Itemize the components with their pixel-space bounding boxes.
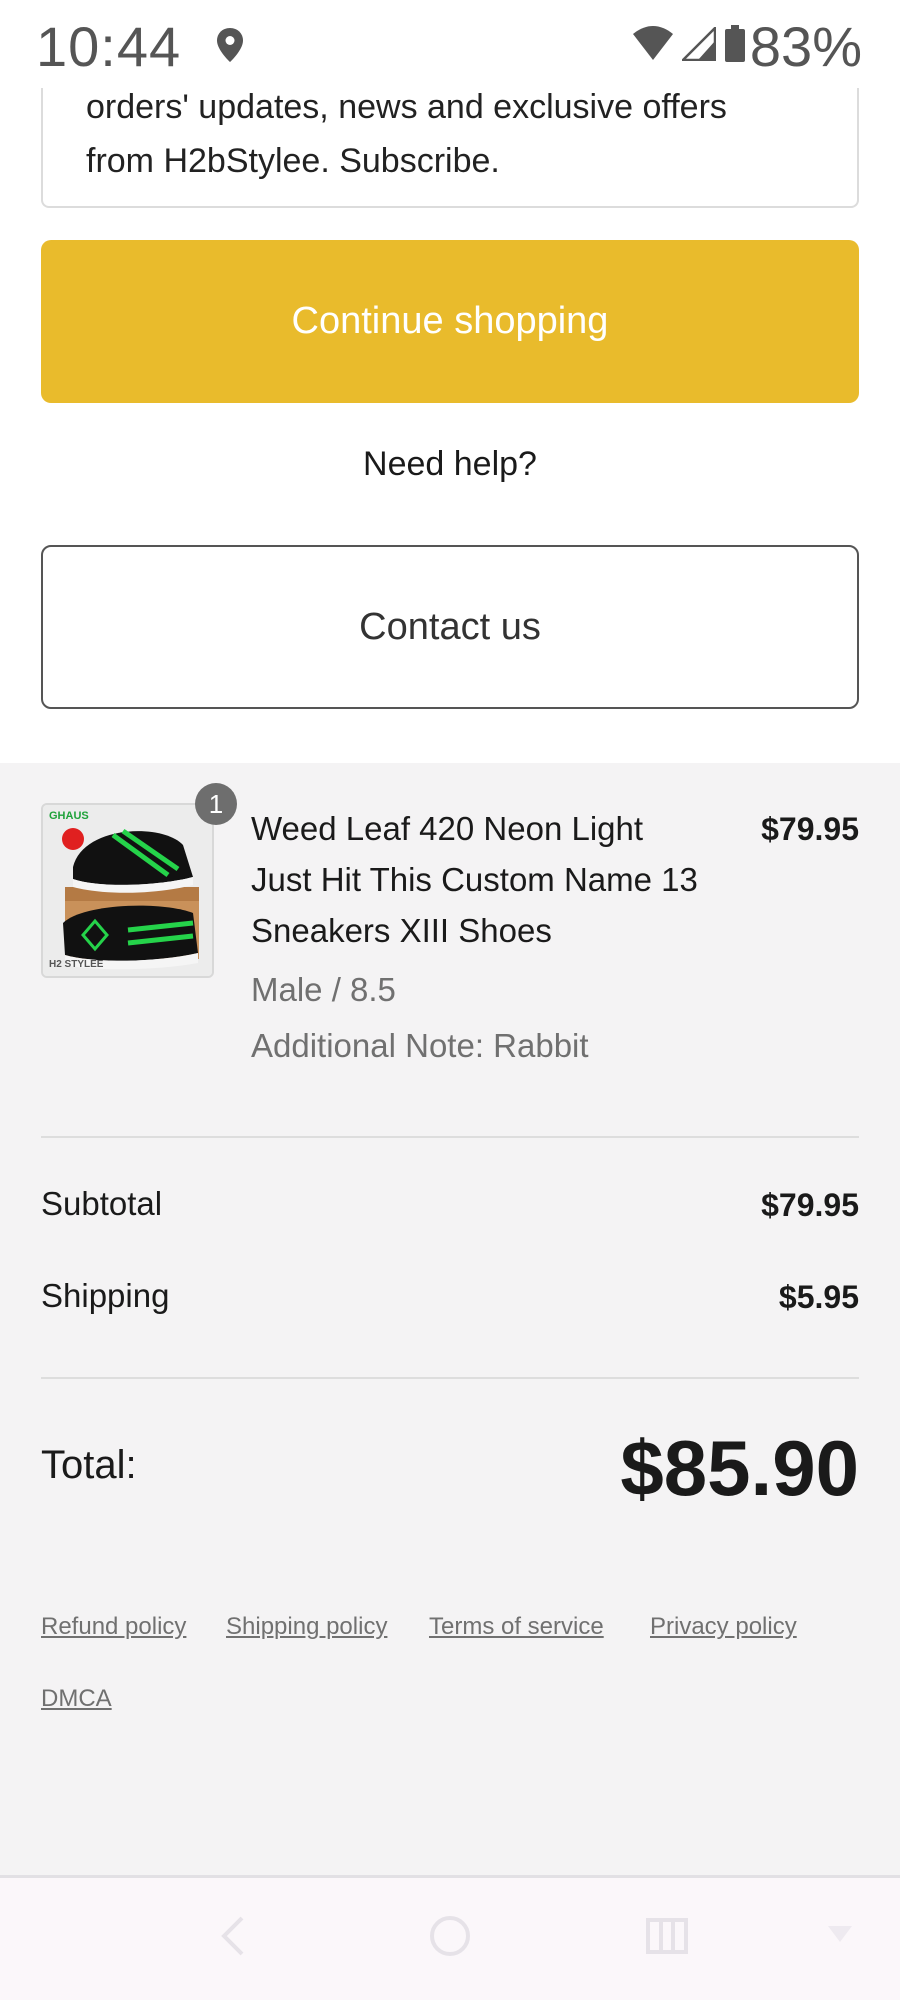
order-summary: US GHAUS H2 STYLEE 1 Weed Leaf 420 Neon …: [0, 763, 900, 1875]
refund-policy-link[interactable]: Refund policy: [41, 1613, 186, 1641]
subscribe-text-line1: orders' updates, news and exclusive offe…: [86, 88, 727, 126]
thumb-logo: H2 STYLEE: [49, 959, 104, 970]
battery-percent: 83%: [749, 15, 862, 78]
divider: [41, 1377, 859, 1379]
back-icon[interactable]: [216, 1914, 250, 1963]
subscribe-text-line2[interactable]: from H2bStylee. Subscribe.: [86, 134, 826, 188]
terms-of-service-link[interactable]: Terms of service: [429, 1613, 604, 1641]
thumb-brand: GHAUS: [49, 810, 89, 822]
product-variant: Male / 8.5: [251, 971, 396, 1008]
product-name: Weed Leaf 420 Neon Light Just Hit This C…: [251, 810, 698, 949]
wifi-icon: [632, 24, 674, 69]
product-thumbnail: US GHAUS H2 STYLEE: [41, 803, 214, 978]
location-icon: [216, 28, 244, 67]
status-time: 10:44: [36, 15, 182, 78]
status-indicators: 83%: [632, 14, 862, 79]
keyboard-toggle-icon[interactable]: [826, 1922, 854, 1951]
continue-shopping-button[interactable]: Continue shopping: [41, 240, 859, 403]
dmca-link[interactable]: DMCA: [41, 1685, 112, 1713]
subtotal-label: Subtotal: [41, 1185, 163, 1222]
total-value: $85.90: [620, 1424, 859, 1512]
shipping-value: $5.95: [778, 1279, 859, 1315]
battery-icon: [724, 25, 746, 68]
quantity-badge: 1: [195, 783, 237, 825]
total-label: Total:: [41, 1443, 137, 1487]
recents-icon[interactable]: [644, 1914, 690, 1963]
contact-us-button[interactable]: Contact us: [41, 545, 859, 709]
product-note: Additional Note: Rabbit: [251, 1027, 589, 1064]
subtotal-value: $79.95: [761, 1187, 859, 1223]
divider: [41, 1136, 859, 1138]
cellular-signal-icon: [679, 24, 717, 66]
home-icon[interactable]: [428, 1914, 472, 1963]
privacy-policy-link[interactable]: Privacy policy: [650, 1613, 797, 1641]
navigation-bar: [0, 1875, 900, 2000]
need-help-text: Need help?: [363, 445, 537, 483]
product-price: $79.95: [761, 811, 859, 847]
shipping-policy-link[interactable]: Shipping policy: [226, 1613, 387, 1641]
status-bar: 10:44 83%: [0, 0, 900, 88]
shipping-label: Shipping: [41, 1277, 170, 1314]
